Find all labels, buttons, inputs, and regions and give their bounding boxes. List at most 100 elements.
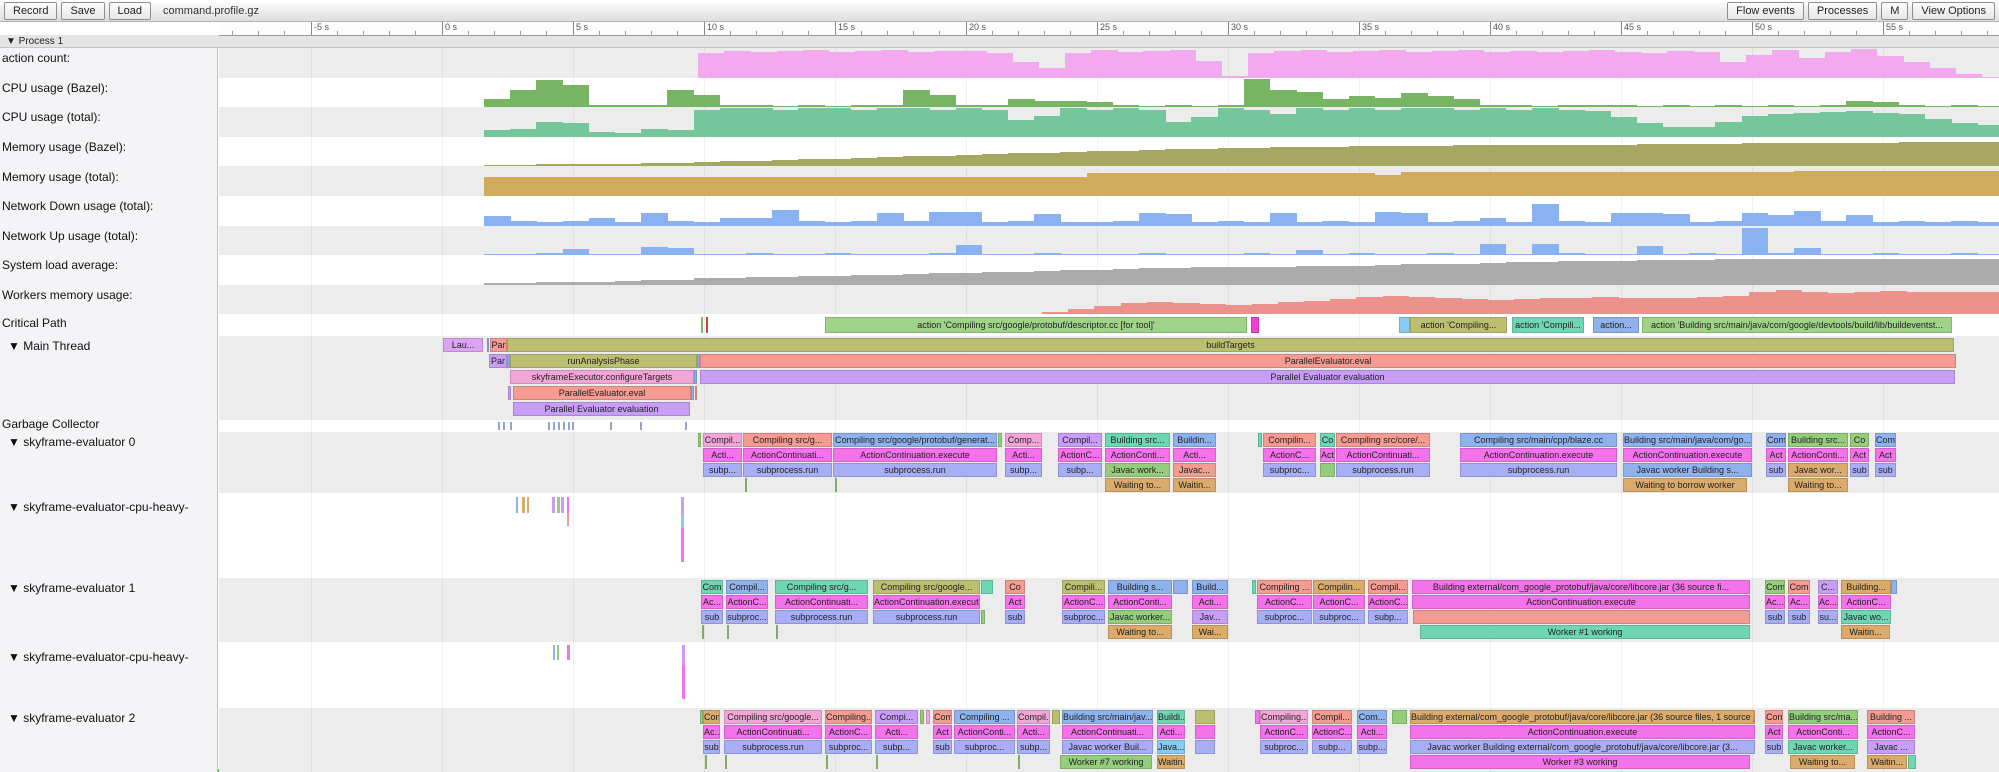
trace-slice[interactable]: Building s... (1108, 580, 1172, 594)
trace-slice[interactable]: ActionConti... (1788, 725, 1858, 739)
trace-slice[interactable]: Building external/com_google_protobuf/ja… (1410, 710, 1755, 724)
trace-slice[interactable]: Waiting to borrow worker (1623, 478, 1747, 492)
trace-slice[interactable]: Waitin... (1157, 755, 1185, 769)
trace-slice[interactable]: Ac... (701, 595, 723, 609)
trace-slice[interactable]: Compilin... (1313, 580, 1365, 594)
trace-slice[interactable] (1320, 463, 1335, 477)
trace-slice[interactable]: Com (1788, 580, 1810, 594)
trace-slice[interactable]: Acti... (1005, 448, 1042, 462)
trace-slice[interactable]: ActionContinuati... (1062, 725, 1153, 739)
trace-slice[interactable]: Act (933, 725, 952, 739)
trace-slice[interactable]: subp... (1312, 740, 1352, 754)
trace-slice[interactable]: ActionC... (1058, 448, 1102, 462)
trace-slice[interactable] (572, 422, 574, 430)
trace-slice[interactable] (835, 478, 837, 492)
trace-slice[interactable]: buildTargets (507, 338, 1954, 352)
trace-slice[interactable] (698, 433, 701, 447)
trace-chart[interactable]: action 'Compiling src/google/protobuf/de… (0, 0, 1999, 772)
trace-slice[interactable]: Par (490, 338, 507, 352)
trace-slice[interactable] (558, 422, 560, 430)
trace-slice[interactable]: Acti... (875, 725, 918, 739)
trace-slice[interactable]: sub (1765, 610, 1785, 624)
trace-slice[interactable] (1392, 710, 1407, 724)
trace-slice[interactable] (702, 625, 704, 639)
trace-slice[interactable]: Act (1766, 448, 1786, 462)
event-mark[interactable] (681, 528, 684, 562)
trace-slice[interactable]: ActionContinuation.execute (1460, 448, 1617, 462)
trace-slice[interactable]: Ac... (1765, 595, 1785, 609)
event-mark[interactable] (682, 645, 685, 665)
trace-slice[interactable]: Compiling src/g... (743, 433, 832, 447)
trace-slice[interactable]: ActionContinuation.execute (873, 595, 980, 609)
event-mark[interactable] (682, 665, 685, 699)
event-mark[interactable] (681, 515, 684, 528)
track-label[interactable]: ▼ skyframe-evaluator-cpu-heavy- (8, 500, 189, 514)
trace-slice[interactable] (706, 317, 708, 333)
trace-slice[interactable]: Act (1320, 448, 1335, 462)
trace-slice[interactable]: Acti... (1017, 725, 1050, 739)
trace-slice[interactable] (1195, 740, 1215, 754)
trace-slice[interactable]: subprocess.run (743, 463, 832, 477)
trace-slice[interactable]: Compiling ... (954, 710, 1015, 724)
trace-slice[interactable]: action 'Compiling src/google/protobuf/de… (825, 317, 1247, 333)
trace-slice[interactable]: Compiling src/core/... (1336, 433, 1430, 447)
trace-slice[interactable]: Worker #1 working (1420, 625, 1750, 639)
trace-slice[interactable] (610, 422, 612, 430)
trace-slice[interactable]: ActionContinuati... (1336, 448, 1430, 462)
trace-slice[interactable]: Java... (1157, 740, 1185, 754)
trace-slice[interactable]: sub (1875, 463, 1896, 477)
trace-slice[interactable] (691, 386, 694, 400)
trace-slice[interactable] (920, 710, 924, 724)
trace-slice[interactable]: ActionContinuation.execute (1623, 448, 1752, 462)
trace-slice[interactable]: Co (1005, 580, 1025, 594)
event-mark[interactable] (567, 513, 569, 526)
event-mark[interactable] (557, 645, 559, 660)
trace-slice[interactable]: Compi... (875, 710, 918, 724)
save-button[interactable]: Save (61, 2, 104, 20)
trace-slice[interactable]: ActionC... (825, 725, 872, 739)
trace-slice[interactable]: Building src/main/java/com/go... (1623, 433, 1752, 447)
track-label[interactable]: ▼ skyframe-evaluator 1 (8, 581, 135, 595)
trace-slice[interactable]: subp... (1058, 463, 1102, 477)
trace-slice[interactable]: sub (1788, 610, 1810, 624)
trace-slice[interactable]: Compil... (1017, 710, 1050, 724)
trace-slice[interactable]: Building src/ma... (1788, 710, 1858, 724)
trace-slice[interactable]: Par (489, 354, 507, 368)
trace-slice[interactable]: Worker #3 working (1410, 755, 1750, 769)
trace-slice[interactable]: Compil... (703, 433, 742, 447)
trace-slice[interactable]: ActionC... (1867, 725, 1915, 739)
trace-slice[interactable] (826, 755, 828, 769)
trace-slice[interactable]: Building src... (1788, 433, 1848, 447)
trace-slice[interactable]: Javac wo... (1841, 610, 1891, 624)
trace-slice[interactable]: Com (701, 580, 723, 594)
trace-slice[interactable] (1908, 755, 1916, 769)
event-mark[interactable] (527, 497, 529, 513)
trace-slice[interactable]: subp... (703, 463, 742, 477)
trace-slice[interactable] (548, 422, 550, 430)
trace-slice[interactable]: su... (1818, 610, 1838, 624)
trace-slice[interactable] (508, 386, 511, 400)
trace-slice[interactable]: sub (1766, 463, 1786, 477)
trace-slice[interactable] (695, 386, 697, 400)
trace-slice[interactable]: ActionC... (1841, 595, 1891, 609)
track-label[interactable]: ▼ skyframe-evaluator-cpu-heavy- (8, 650, 189, 664)
trace-slice[interactable]: ActionC... (1263, 448, 1316, 462)
event-mark[interactable] (557, 497, 560, 513)
trace-slice[interactable]: ActionC... (1313, 595, 1365, 609)
trace-slice[interactable]: Worker #7 working (1060, 755, 1152, 769)
track-label[interactable]: ▼ skyframe-evaluator 0 (8, 435, 135, 449)
trace-slice[interactable]: Buildin... (1173, 433, 1216, 447)
trace-slice[interactable]: ActionContinuati... (724, 725, 822, 739)
trace-slice[interactable]: ActionC... (1368, 595, 1408, 609)
timeline-ruler[interactable]: -5 s0 s5 s10 s15 s20 s25 s30 s35 s40 s45… (219, 22, 1999, 36)
trace-slice[interactable]: Acti... (1173, 448, 1216, 462)
trace-slice[interactable]: Build... (1192, 580, 1228, 594)
trace-slice[interactable] (685, 422, 687, 430)
trace-slice[interactable]: ActionC... (1062, 595, 1105, 609)
trace-slice[interactable] (1251, 317, 1259, 333)
trace-slice[interactable]: Building... (1841, 580, 1891, 594)
trace-slice[interactable] (553, 422, 555, 430)
trace-slice[interactable] (694, 370, 697, 384)
trace-slice[interactable]: subproc... (1313, 610, 1365, 624)
trace-slice[interactable]: sub (703, 740, 720, 754)
